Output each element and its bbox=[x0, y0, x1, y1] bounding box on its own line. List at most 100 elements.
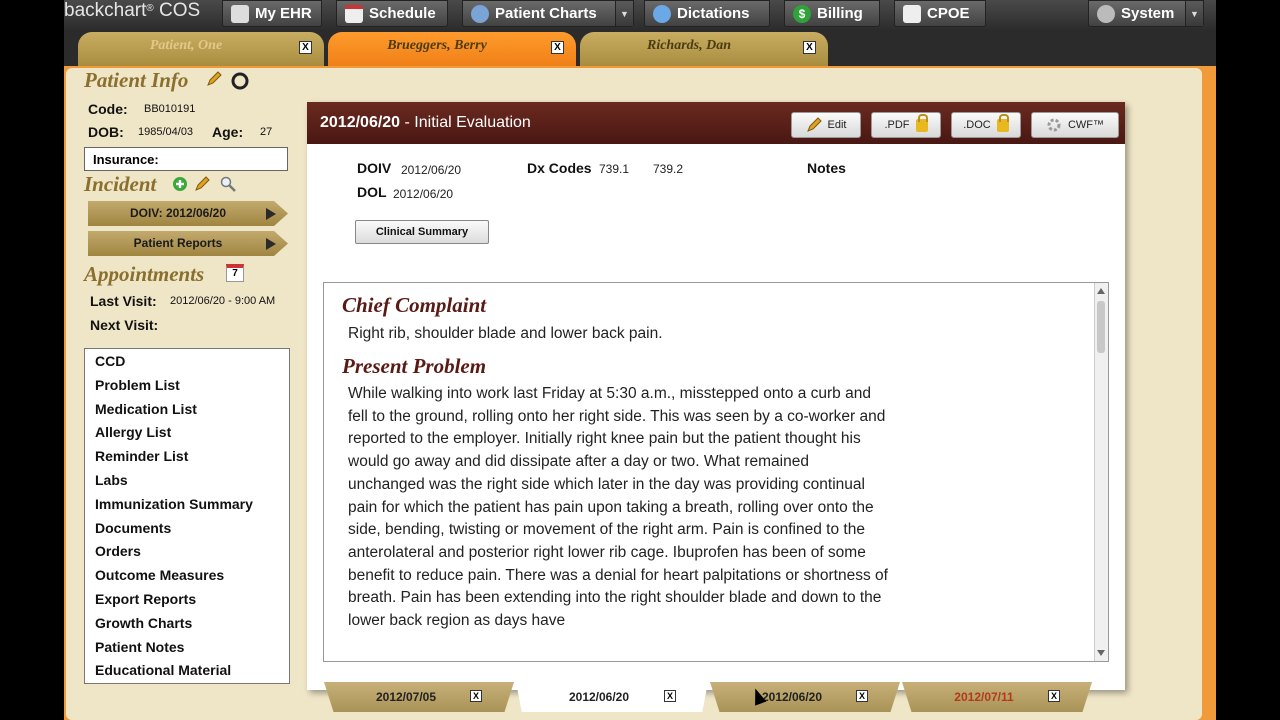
evaluation-header: 2012/06/20 - Initial Evaluation Edit .PD… bbox=[307, 102, 1125, 144]
menu-item-outcome-measures[interactable]: Outcome Measures bbox=[85, 563, 289, 587]
visit-tab-2012-06-20-active[interactable]: 2012/06/20 X bbox=[516, 682, 708, 712]
menu-item-orders[interactable]: Orders bbox=[85, 539, 289, 563]
doiv-button[interactable]: DOIV: 2012/06/20 bbox=[88, 201, 288, 226]
edit-button[interactable]: Edit bbox=[791, 112, 861, 138]
menu-item-patient-notes[interactable]: Patient Notes bbox=[85, 635, 289, 659]
menu-item-allergy-list[interactable]: Allergy List bbox=[85, 420, 289, 444]
lock-icon bbox=[996, 113, 1009, 132]
insurance-label: Insurance: bbox=[93, 152, 159, 167]
appointments-title: Appointments bbox=[84, 262, 205, 286]
dx-code-2: 739.2 bbox=[653, 162, 684, 176]
visit-tab-2012-06-20[interactable]: 2012/06/20 X bbox=[710, 682, 900, 712]
clinical-summary-button[interactable]: Clinical Summary bbox=[355, 220, 489, 244]
app-logo: backchart® COS bbox=[64, 0, 201, 21]
billing-button[interactable]: $ Billing bbox=[784, 0, 880, 27]
patient-info-title: Patient Info bbox=[84, 68, 189, 92]
menu-item-immunization-summary[interactable]: Immunization Summary bbox=[85, 492, 289, 516]
menu-item-export-reports[interactable]: Export Reports bbox=[85, 587, 289, 611]
close-tab-icon[interactable]: X bbox=[1048, 690, 1060, 702]
patient-tab-brueggers-berry[interactable]: Brueggers, Berry X bbox=[328, 32, 576, 66]
system-button[interactable]: System ▼ bbox=[1088, 0, 1204, 27]
last-visit-label: Last Visit: bbox=[90, 293, 157, 309]
chief-complaint-heading: Chief Complaint bbox=[342, 293, 487, 317]
patient-tab-patient-one[interactable]: Patient, One X bbox=[78, 32, 324, 66]
dol-value: 2012/06/20 bbox=[393, 187, 454, 201]
notes-label: Notes bbox=[807, 160, 846, 176]
dol-label: DOL bbox=[357, 184, 387, 200]
evaluation-document[interactable]: Chief Complaint Right rib, shoulder blad… bbox=[323, 282, 1109, 662]
doc-button[interactable]: .DOC bbox=[951, 112, 1021, 138]
system-dropdown-icon[interactable]: ▼ bbox=[1185, 1, 1203, 26]
play-arrow-icon bbox=[266, 208, 276, 220]
close-tab-icon[interactable]: X bbox=[664, 690, 676, 702]
play-arrow-icon bbox=[266, 238, 276, 250]
dob-value: 1985/04/03 bbox=[138, 126, 194, 138]
menu-item-ccd[interactable]: CCD bbox=[85, 349, 289, 373]
doiv-label: DOIV bbox=[357, 160, 392, 176]
visit-tab-2012-07-05[interactable]: 2012/07/05 X bbox=[324, 682, 514, 712]
dictations-button[interactable]: Dictations bbox=[644, 0, 770, 27]
menu-item-documents[interactable]: Documents bbox=[85, 516, 289, 540]
close-tab-icon[interactable]: X bbox=[856, 690, 868, 702]
add-icon[interactable] bbox=[172, 176, 188, 192]
age-label: Age: bbox=[212, 124, 244, 140]
patient-charts-dropdown-icon[interactable]: ▼ bbox=[615, 1, 633, 26]
menu-item-reminder-list[interactable]: Reminder List bbox=[85, 444, 289, 468]
calendar-icon bbox=[345, 4, 363, 23]
menu-item-medication-list[interactable]: Medication List bbox=[85, 397, 289, 421]
doiv-value: 2012/06/20 bbox=[401, 163, 462, 177]
close-tab-icon[interactable]: X bbox=[803, 41, 816, 54]
home-icon bbox=[231, 4, 249, 23]
evaluation-panel: 2012/06/20 - Initial Evaluation Edit .PD… bbox=[307, 102, 1125, 690]
chief-complaint-text: Right rib, shoulder blade and lower back… bbox=[348, 325, 663, 342]
pencil-icon[interactable] bbox=[194, 176, 210, 192]
pencil-icon bbox=[806, 117, 822, 132]
magnifier-icon[interactable] bbox=[220, 176, 236, 192]
scroll-thumb[interactable] bbox=[1097, 301, 1105, 353]
present-problem-heading: Present Problem bbox=[342, 354, 487, 378]
next-visit-label: Next Visit: bbox=[90, 317, 159, 333]
schedule-button[interactable]: Schedule bbox=[336, 0, 448, 27]
calendar-icon[interactable]: 7 bbox=[226, 264, 244, 282]
patient-icon bbox=[471, 4, 489, 23]
patient-tabs: Patient, One X Brueggers, Berry X Richar… bbox=[64, 30, 1216, 66]
dx-code-1: 739.1 bbox=[599, 162, 630, 176]
menu-item-labs[interactable]: Labs bbox=[85, 468, 289, 492]
close-tab-icon[interactable]: X bbox=[470, 690, 482, 702]
gear-icon bbox=[1047, 118, 1061, 132]
lock-icon bbox=[915, 113, 928, 132]
pdf-button[interactable]: .PDF bbox=[871, 112, 941, 138]
cpoe-button[interactable]: CPOE bbox=[894, 0, 986, 27]
my-ehr-button[interactable]: My EHR bbox=[222, 0, 322, 27]
close-tab-icon[interactable]: X bbox=[551, 41, 564, 54]
patient-reports-button[interactable]: Patient Reports bbox=[88, 231, 288, 256]
menu-item-educational-material[interactable]: Educational Material bbox=[85, 658, 289, 682]
refresh-icon[interactable] bbox=[230, 71, 250, 91]
evaluation-title: 2012/06/20 - Initial Evaluation bbox=[320, 114, 531, 131]
last-visit-value: 2012/06/20 - 9:00 AM bbox=[170, 295, 276, 307]
scroll-down-icon[interactable] bbox=[1097, 650, 1105, 656]
close-tab-icon[interactable]: X bbox=[299, 41, 312, 54]
menu-item-problem-list[interactable]: Problem List bbox=[85, 373, 289, 397]
code-value: BB010191 bbox=[144, 103, 196, 115]
age-value: 27 bbox=[260, 126, 273, 138]
document-scrollbar[interactable] bbox=[1094, 283, 1108, 661]
dob-label: DOB: bbox=[88, 124, 124, 140]
cwf-button[interactable]: CWF™ bbox=[1031, 112, 1119, 138]
insurance-box[interactable]: Insurance: bbox=[84, 147, 288, 171]
code-label: Code: bbox=[88, 101, 128, 117]
dx-codes-label: Dx Codes bbox=[527, 160, 592, 176]
menu-item-growth-charts[interactable]: Growth Charts bbox=[85, 611, 289, 635]
present-problem-text: While walking into work last Friday at 5… bbox=[348, 385, 888, 630]
scroll-up-icon[interactable] bbox=[1097, 288, 1105, 294]
main-frame: Patient Info Code: BB010191 DOB: 1985/04… bbox=[64, 66, 1216, 720]
incident-title: Incident bbox=[84, 172, 157, 196]
pencil-icon[interactable] bbox=[206, 71, 222, 87]
patient-charts-button[interactable]: Patient Charts ▼ bbox=[462, 0, 634, 27]
top-nav: backchart® COS My EHR Schedule Patient C… bbox=[64, 0, 1216, 30]
main-content: Patient Info Code: BB010191 DOB: 1985/04… bbox=[66, 68, 1202, 720]
visit-tab-2012-07-11[interactable]: 2012/07/11 X bbox=[902, 682, 1092, 712]
patient-tab-richards-dan[interactable]: Richards, Dan X bbox=[580, 32, 828, 66]
dollar-icon: $ bbox=[793, 4, 811, 23]
pencil-paper-icon bbox=[903, 4, 921, 23]
